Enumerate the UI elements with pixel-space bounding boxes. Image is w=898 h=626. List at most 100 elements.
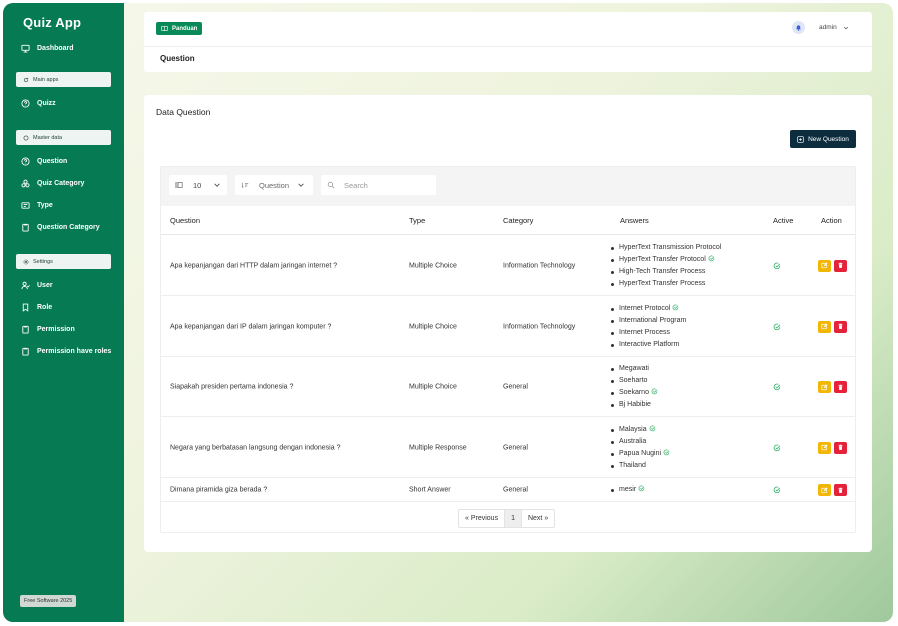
clipboard-icon [22, 223, 29, 232]
sidebar-item-quizz[interactable]: Quizz [21, 96, 56, 110]
sidebar-item-label: Quizz [37, 99, 56, 107]
question-category: General [503, 444, 528, 451]
trash-icon [838, 323, 843, 330]
section-main-apps: Main apps [16, 72, 111, 87]
answer-item: Australia [610, 436, 670, 448]
answer-text: HyperText Transfer Protocol [619, 255, 706, 263]
sidebar-item-label: Permission have roles [37, 347, 112, 355]
row-actions [818, 441, 847, 454]
answer-item: Internet Process [610, 327, 686, 339]
breadcrumb: Question [160, 54, 195, 63]
search-field-value: Question [259, 180, 290, 190]
edit-button[interactable] [818, 320, 831, 333]
previous-page-button[interactable]: « Previous [459, 510, 504, 527]
check-circle-icon [638, 485, 645, 492]
sidebar-item-type[interactable]: Type [21, 198, 53, 212]
section-master-data: Master data [16, 130, 111, 145]
check-circle-icon [663, 449, 670, 455]
search-placeholder: Search [344, 180, 368, 190]
sidebar-item-permission-have-roles[interactable]: Permission have roles [21, 344, 111, 358]
new-question-label: New Question [808, 135, 849, 143]
row-actions [818, 259, 847, 272]
header-active[interactable]: Active [773, 216, 793, 225]
check-circle-icon [649, 425, 655, 431]
sidebar-item-question-category[interactable]: Question Category [21, 220, 100, 234]
sidebar-item-dashboard[interactable]: Dashboard [21, 41, 74, 55]
active-check-icon [773, 486, 781, 494]
header-type[interactable]: Type [409, 216, 425, 225]
search-icon [327, 181, 335, 189]
delete-button[interactable] [834, 484, 847, 496]
answer-text: Internet Protocol [619, 304, 671, 312]
answer-text: Megawati [619, 365, 649, 372]
question-type: Multiple Response [409, 444, 467, 451]
delete-button[interactable] [834, 259, 847, 272]
sidebar-item-label: Type [37, 201, 53, 209]
answer-text: Australia [619, 437, 647, 445]
guide-label: Panduan [172, 25, 198, 32]
answer-item: Internet Protocol [610, 303, 686, 315]
delete-button[interactable] [834, 441, 847, 454]
new-question-button[interactable]: New Question [790, 130, 856, 148]
next-page-button[interactable]: Next » [522, 510, 554, 527]
question-table: 10 Question Search Question Type Categor… [160, 166, 856, 533]
header-category[interactable]: Category [503, 216, 533, 225]
delete-button[interactable] [834, 320, 847, 333]
sidebar-item-user[interactable]: User [21, 278, 53, 292]
answer-text: mesir [619, 486, 637, 493]
sidebar-item-question[interactable]: Question [21, 154, 67, 168]
question-text: Siapakah presiden pertama indonesia ? [170, 383, 294, 391]
section-label: Master data [33, 134, 63, 141]
answer-list: Megawati Soeharto Soekarno Bj Habibie [610, 363, 658, 411]
sidebar-item-label: Dashboard [37, 44, 74, 52]
guide-button[interactable]: Panduan [156, 22, 203, 35]
table-filters: 10 Question Search [161, 167, 855, 206]
edit-button[interactable] [818, 259, 831, 272]
notification-button[interactable] [792, 21, 805, 34]
table-row: Apa kepanjangan dari IP dalam jaringan k… [161, 296, 855, 357]
answer-item: Bj Habibie [610, 399, 658, 411]
header-answers[interactable]: Answers [620, 216, 649, 225]
header-action: Action [821, 216, 842, 225]
user-menu[interactable]: admin [819, 24, 849, 31]
answer-text: Soekarno [619, 389, 649, 396]
answer-item: Soeharto [610, 375, 658, 387]
sidebar-item-role[interactable]: Role [21, 300, 52, 314]
answer-item: HyperText Transfer Process [610, 278, 721, 290]
plus-square-icon [797, 135, 804, 143]
current-page-button[interactable]: 1 [504, 510, 522, 527]
sidebar-item-label: Quiz Category [37, 179, 85, 187]
answer-text: HyperText Transfer Process [619, 279, 706, 287]
shapes-icon [21, 179, 30, 187]
search-input[interactable]: Search [321, 175, 436, 195]
answer-text: Bj Habibie [619, 401, 651, 408]
edit-button[interactable] [818, 484, 831, 496]
page-size-select[interactable]: 10 [169, 175, 227, 195]
bell-icon [796, 25, 801, 31]
trash-icon [838, 444, 843, 451]
bookmark-icon [22, 303, 29, 312]
book-open-icon [161, 26, 168, 31]
question-category: Information Technology [503, 262, 576, 269]
active-check-icon [773, 383, 781, 391]
edit-icon [821, 323, 828, 330]
edit-button[interactable] [818, 441, 831, 454]
question-text: Negara yang berbatasan langsung dengan i… [170, 444, 341, 451]
footer-badge: Free Software 2025 [20, 595, 77, 607]
question-text: Apa kepanjangan dari IP dalam jaringan k… [170, 323, 332, 330]
sidebar-item-quiz-category[interactable]: Quiz Category [21, 176, 84, 190]
edit-button[interactable] [818, 381, 831, 393]
monitor-icon [21, 44, 30, 53]
answer-item: HyperText Transmission Protocol [610, 242, 721, 254]
header-question[interactable]: Question [170, 216, 200, 225]
question-category: Information Technology [503, 323, 576, 330]
search-field-select[interactable]: Question [235, 175, 313, 195]
layout-icon [175, 182, 183, 188]
delete-button[interactable] [834, 381, 847, 393]
question-text: Dimana piramida giza berada ? [170, 486, 268, 494]
answer-item: HyperText Transfer Protocol [610, 254, 721, 266]
sidebar-item-permission[interactable]: Permission [21, 322, 75, 336]
edit-icon [821, 444, 828, 451]
row-actions [818, 484, 847, 496]
section-label: Settings [33, 258, 53, 265]
